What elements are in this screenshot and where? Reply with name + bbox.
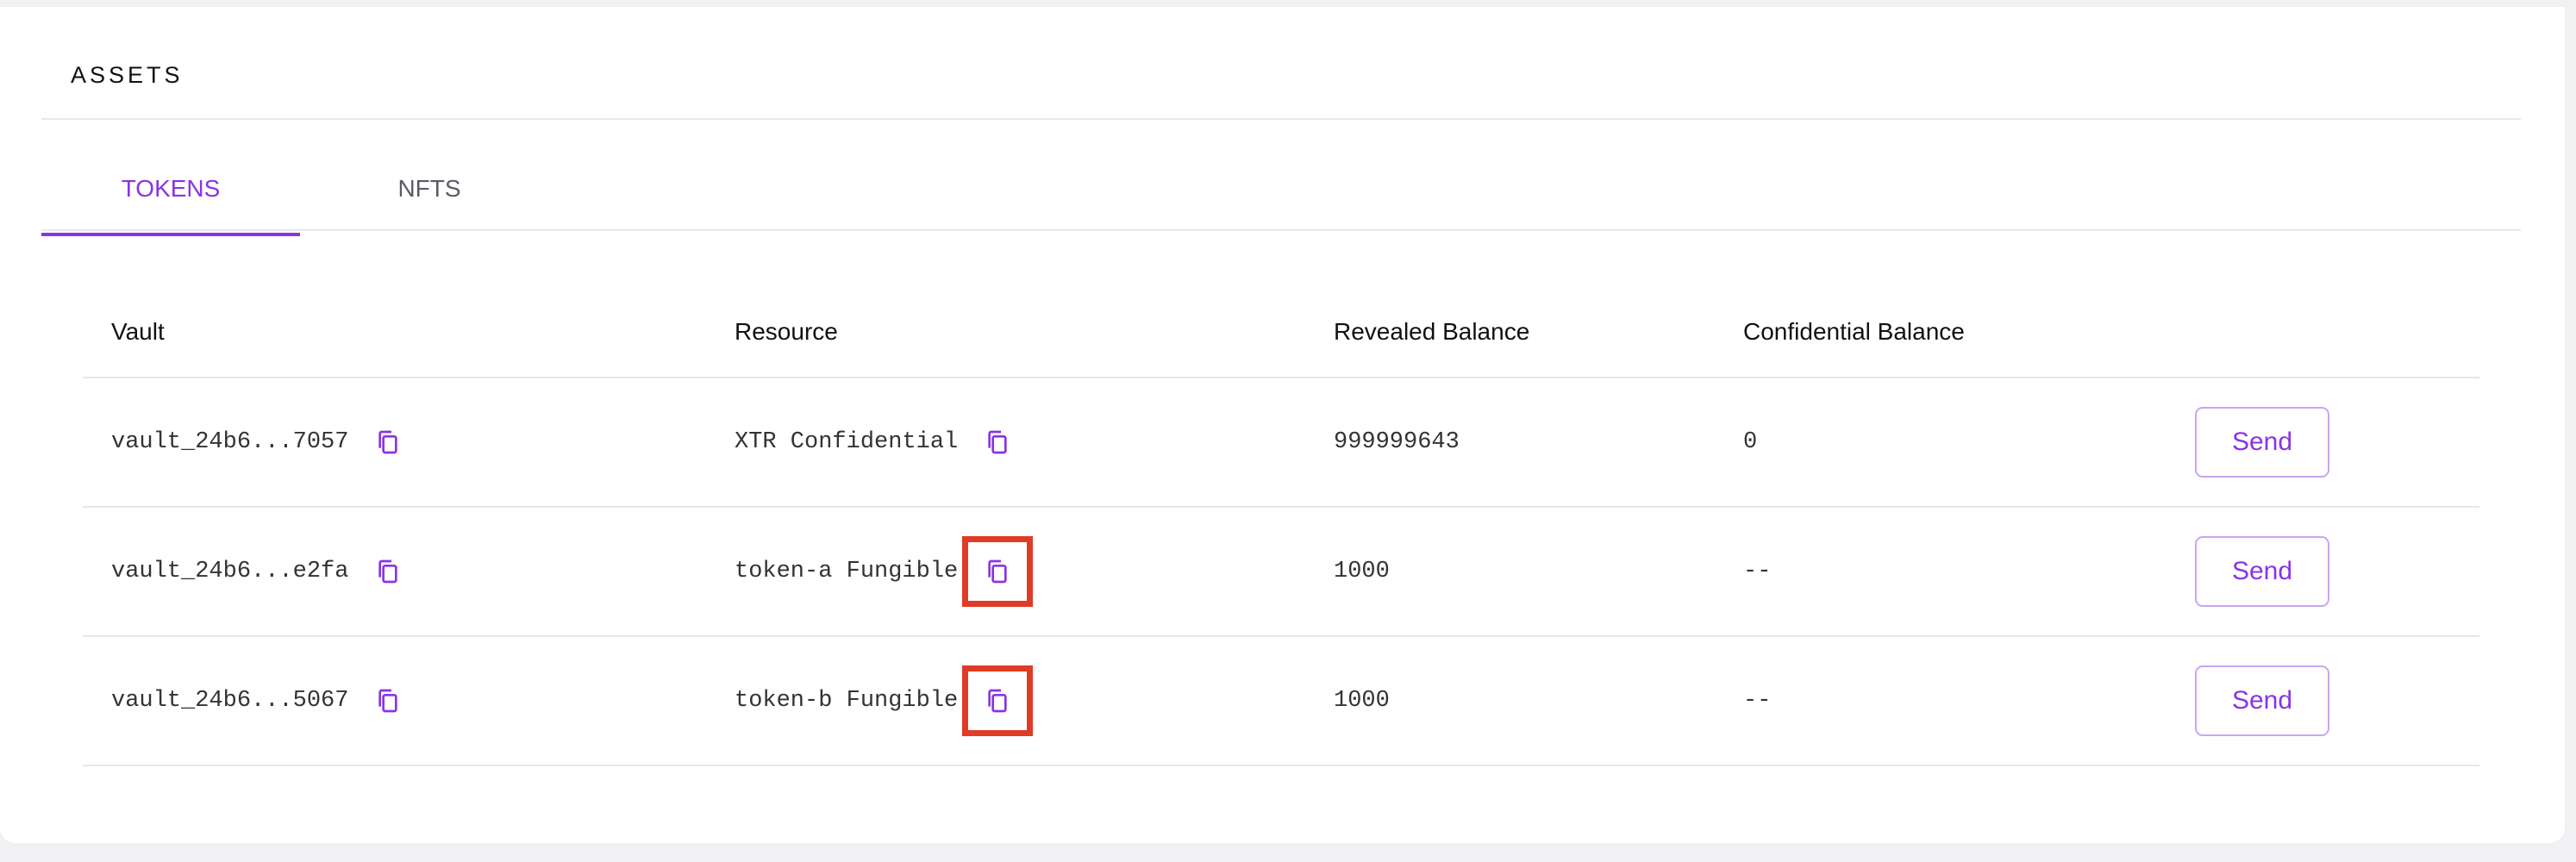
send-button[interactable]: Send: [2195, 536, 2329, 607]
vault-id: vault_24b6...e2fa: [111, 559, 349, 584]
header-resource: Resource: [706, 287, 1305, 378]
tab-nfts[interactable]: NFTS: [300, 153, 559, 236]
copy-icon[interactable]: [371, 684, 405, 718]
header-actions: [2195, 287, 2479, 378]
copy-icon[interactable]: [371, 554, 405, 589]
resource-name: token-b Fungible: [735, 688, 959, 714]
resource-name: XTR Confidential: [735, 429, 959, 455]
table-header-row: Vault Resource Revealed Balance Confiden…: [83, 287, 2479, 378]
resource-cell: XTR Confidential: [706, 378, 1305, 508]
title-divider: [41, 118, 2521, 120]
copy-icon[interactable]: [962, 665, 1034, 736]
table-row: vault_24b6...e2fa token-a Fungible 1000 …: [83, 507, 2479, 637]
resource-cell: token-b Fungible: [706, 636, 1305, 766]
send-button[interactable]: Send: [2195, 407, 2329, 478]
confidential-balance: --: [1715, 507, 2195, 637]
action-cell: Send: [2195, 636, 2479, 766]
table-row: vault_24b6...7057 XTR Confidential 99999…: [83, 378, 2479, 508]
copy-icon[interactable]: [962, 536, 1034, 607]
revealed-balance: 1000: [1305, 507, 1715, 637]
action-cell: Send: [2195, 378, 2479, 508]
revealed-balance: 999999643: [1305, 378, 1715, 508]
tab-tokens[interactable]: TOKENS: [41, 153, 300, 236]
vault-cell: vault_24b6...5067: [83, 636, 706, 766]
vault-id: vault_24b6...7057: [111, 429, 349, 455]
header-vault: Vault: [83, 287, 706, 378]
revealed-balance: 1000: [1305, 636, 1715, 766]
confidential-balance: --: [1715, 636, 2195, 766]
send-button[interactable]: Send: [2195, 665, 2329, 736]
confidential-balance: 0: [1715, 378, 2195, 508]
resource-name: token-a Fungible: [735, 559, 959, 584]
vault-id: vault_24b6...5067: [111, 688, 349, 714]
header-confidential-balance: Confidential Balance: [1715, 287, 2195, 378]
header-revealed-balance: Revealed Balance: [1305, 287, 1715, 378]
tokens-table: Vault Resource Revealed Balance Confiden…: [83, 287, 2479, 766]
tabs-divider: [41, 229, 2521, 231]
vault-cell: vault_24b6...e2fa: [83, 507, 706, 637]
assets-card: ASSETS TOKENS NFTS Vault Resource Reveal…: [0, 7, 2565, 843]
copy-icon[interactable]: [980, 425, 1015, 459]
table-row: vault_24b6...5067 token-b Fungible 1000 …: [83, 636, 2479, 766]
vault-cell: vault_24b6...7057: [83, 378, 706, 508]
action-cell: Send: [2195, 507, 2479, 637]
section-title: ASSETS: [71, 62, 184, 88]
resource-cell: token-a Fungible: [706, 507, 1305, 637]
asset-tabs: TOKENS NFTS: [41, 153, 559, 236]
copy-icon[interactable]: [371, 425, 405, 459]
